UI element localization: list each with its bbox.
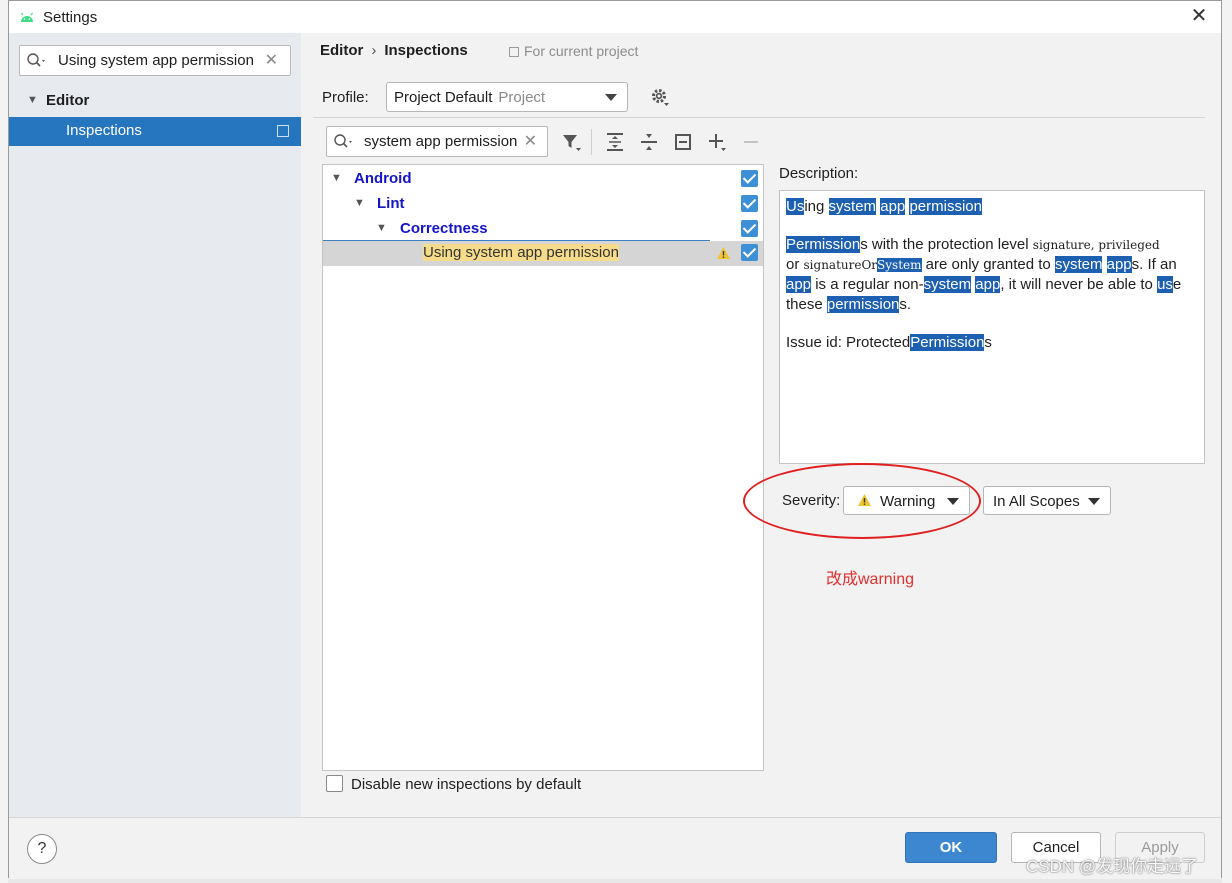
background-editor-left bbox=[0, 0, 8, 883]
filter-icon[interactable] bbox=[560, 131, 582, 153]
ok-button[interactable]: OK bbox=[905, 832, 997, 863]
profile-type: Project bbox=[498, 89, 546, 106]
inspection-tree: ▼ Android ▼ Lint ▼ Correctness Using sys… bbox=[322, 164, 764, 771]
title-bar: Settings ✕ bbox=[9, 1, 1221, 33]
dropdown-arrow-icon bbox=[1088, 498, 1100, 505]
tree-node-label: Android bbox=[354, 170, 412, 187]
toolbar-separator bbox=[591, 129, 592, 155]
disable-new-inspections-checkbox[interactable] bbox=[326, 775, 343, 792]
search-icon bbox=[27, 53, 45, 67]
for-current-project-hint: For current project bbox=[509, 43, 638, 59]
tree-node-correctness[interactable]: ▼ Correctness bbox=[323, 217, 763, 242]
annotation-ellipse bbox=[743, 463, 981, 539]
remove-icon bbox=[744, 141, 758, 143]
breadcrumb-editor[interactable]: Editor bbox=[320, 42, 363, 59]
description-issue-id: Issue id: ProtectedPermissions bbox=[786, 334, 992, 351]
collapse-all-icon[interactable] bbox=[638, 131, 660, 153]
description-title: Using system app permission bbox=[786, 198, 982, 215]
project-scope-icon bbox=[277, 125, 289, 137]
expand-all-icon[interactable] bbox=[604, 131, 626, 153]
scope-dropdown[interactable]: In All Scopes bbox=[983, 486, 1111, 515]
divider bbox=[313, 117, 1205, 118]
checkbox-android[interactable] bbox=[741, 170, 758, 187]
dropdown-arrow-icon bbox=[605, 94, 617, 101]
sidebar-item-inspections[interactable]: Inspections bbox=[9, 117, 301, 146]
tree-node-label: Lint bbox=[377, 195, 405, 212]
tree-node-android[interactable]: ▼ Android bbox=[323, 167, 763, 192]
help-button[interactable]: ? bbox=[27, 834, 57, 864]
checkbox-inspection[interactable] bbox=[741, 244, 758, 261]
description-body: Permissions with the protection level si… bbox=[786, 236, 1182, 313]
checkbox-correctness[interactable] bbox=[741, 220, 758, 237]
add-icon[interactable] bbox=[706, 131, 728, 153]
chevron-down-icon[interactable]: ▼ bbox=[27, 94, 38, 106]
tree-node-label: Correctness bbox=[400, 220, 488, 237]
breadcrumb-separator: › bbox=[371, 42, 377, 59]
watermark: CSDN @发现你走远了 bbox=[1026, 857, 1199, 876]
annotation-text: 改成warning bbox=[826, 571, 915, 588]
chevron-down-icon[interactable]: ▼ bbox=[331, 172, 342, 184]
settings-dialog: Settings ✕ Using system app permission ✕… bbox=[8, 0, 1222, 879]
settings-search-text: Using system app permission bbox=[58, 52, 254, 69]
android-icon bbox=[21, 12, 33, 22]
chevron-down-icon[interactable]: ▼ bbox=[354, 197, 365, 209]
clear-search-icon[interactable]: ✕ bbox=[265, 50, 278, 70]
window-title: Settings bbox=[43, 9, 98, 26]
tree-item-using-system-app-permission[interactable]: Using system app permission bbox=[323, 241, 763, 266]
checkbox-lint[interactable] bbox=[741, 195, 758, 212]
profile-label: Profile: bbox=[322, 89, 369, 106]
tree-node-lint[interactable]: ▼ Lint bbox=[323, 192, 763, 217]
tree-item-label: Using system app permission bbox=[423, 244, 619, 261]
reset-icon[interactable] bbox=[672, 131, 694, 153]
clear-search-icon[interactable]: ✕ bbox=[524, 131, 537, 151]
settings-sidebar: Using system app permission ✕ ▼ Editor I… bbox=[9, 33, 301, 817]
sidebar-item-editor[interactable]: ▼ Editor bbox=[9, 88, 301, 116]
warning-icon bbox=[717, 247, 730, 259]
for-current-project-label: For current project bbox=[524, 43, 639, 59]
scope-value: In All Scopes bbox=[993, 493, 1080, 510]
close-icon[interactable]: ✕ bbox=[1189, 5, 1209, 27]
chevron-down-icon[interactable]: ▼ bbox=[376, 222, 387, 234]
gear-icon[interactable] bbox=[650, 87, 670, 107]
description-label: Description: bbox=[779, 165, 859, 182]
search-icon bbox=[334, 134, 352, 148]
breadcrumb-inspections: Inspections bbox=[384, 42, 468, 59]
inspection-search-text: system app permission bbox=[364, 133, 518, 150]
profile-value: Project Default bbox=[394, 89, 493, 106]
profile-dropdown[interactable]: Project Default Project bbox=[386, 82, 628, 112]
sidebar-item-label: Editor bbox=[46, 92, 90, 109]
project-scope-icon bbox=[509, 47, 519, 57]
breadcrumb: Editor › Inspections bbox=[320, 42, 468, 59]
background-editor-right bbox=[1222, 0, 1232, 883]
settings-search-input[interactable]: Using system app permission ✕ bbox=[19, 45, 291, 76]
description-panel: Using system app permission Permissions … bbox=[779, 190, 1205, 464]
inspection-search-input[interactable]: system app permission ✕ bbox=[326, 126, 548, 157]
sidebar-item-label: Inspections bbox=[66, 122, 142, 139]
disable-new-inspections-label: Disable new inspections by default bbox=[351, 776, 582, 793]
